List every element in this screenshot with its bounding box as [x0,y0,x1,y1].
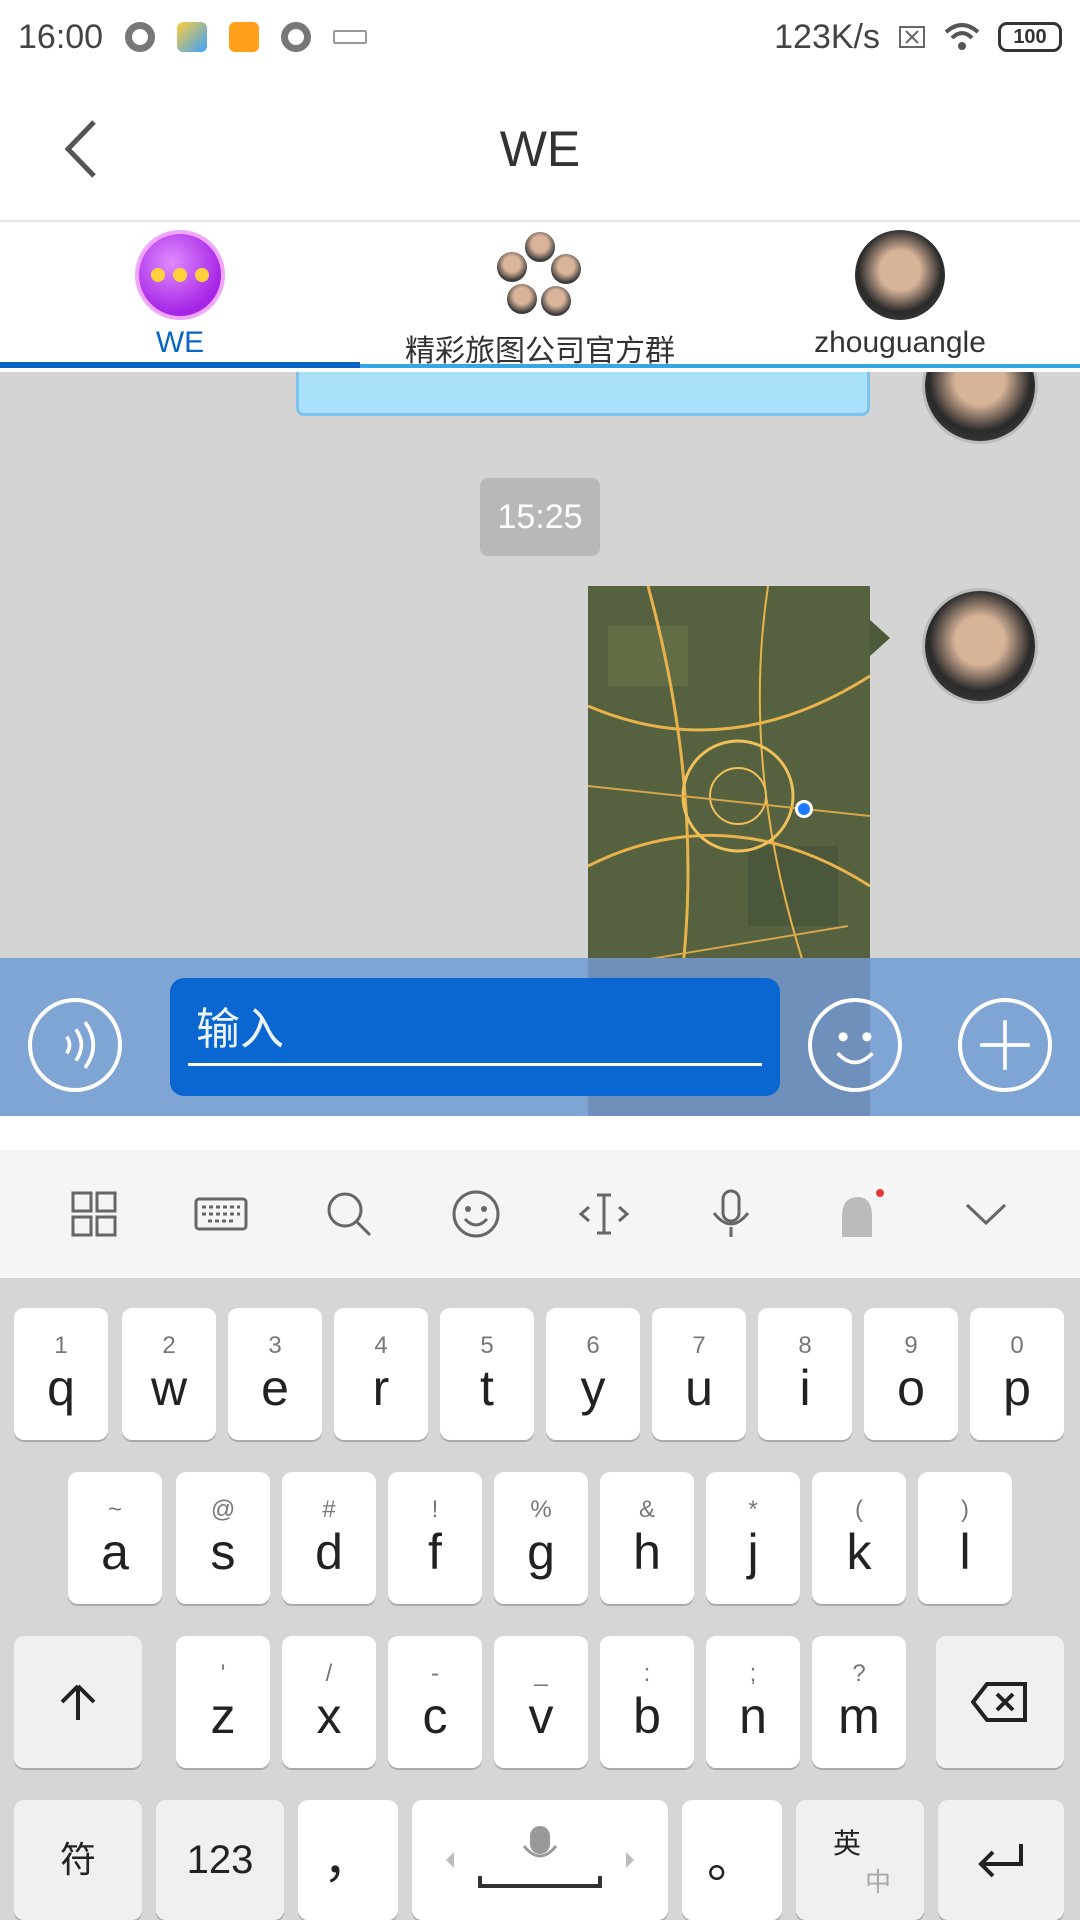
message-bubble[interactable]: gggghhhhhgghdagnhhhhh [296,372,870,416]
key-f[interactable]: ! f [388,1472,482,1604]
grid-icon[interactable] [67,1187,121,1241]
location-pin-icon [795,800,813,818]
key-o[interactable]: 9o [864,1308,958,1440]
location-map-message[interactable] [588,586,870,958]
key-l[interactable]: ) l [918,1472,1012,1604]
backspace-icon [971,1682,1027,1722]
key-s[interactable]: @ s [176,1472,270,1604]
enter-key[interactable] [938,1800,1064,1920]
active-tab-indicator [0,362,360,368]
key-r[interactable]: 4r [334,1308,428,1440]
shift-key[interactable] [14,1636,142,1768]
key-d[interactable]: # d [282,1472,376,1604]
key-b[interactable]: :b [600,1636,694,1768]
symbol-key[interactable]: 符 [14,1800,142,1920]
chevron-down-icon[interactable] [959,1187,1013,1241]
key-m[interactable]: ? m [812,1636,906,1768]
key-w[interactable]: 2w [122,1308,216,1440]
notification-icon-2 [281,22,312,52]
network-speed: 123K/s [774,17,880,56]
tab-group-chat[interactable]: 精彩旅图公司官方群 [360,222,720,372]
tab-zhouguangle[interactable]: zhouguangle [720,222,1080,372]
tab-we[interactable]: WE [0,222,360,372]
avatar-ad-icon[interactable] [832,1187,886,1241]
key-i[interactable]: 8i [758,1308,852,1440]
key-a[interactable]: ~ a [68,1472,162,1604]
tab-label: zhouguangle [814,326,986,359]
key-q[interactable]: 1q [14,1308,108,1440]
comma-key[interactable]: ， [298,1800,398,1920]
map-image [588,586,870,958]
input-bar [0,958,1080,1116]
voice-input-icon[interactable] [28,998,122,1092]
keyboard-status-icon [333,30,368,44]
number-key[interactable]: 123 [156,1800,284,1920]
shift-arrow-icon [60,1684,96,1720]
clock: 16:00 [18,17,104,56]
keyboard-icon[interactable] [194,1187,248,1241]
status-bar-left: 16:00 [18,17,368,57]
soft-keyboard: 1q 2w 3e 4r 5t 6y 7u 8i 9o 0p ~ a @ s # d !… [0,1150,1080,1920]
message-input[interactable] [188,996,762,1066]
tab-divider [360,364,1080,368]
key-y[interactable]: 6y [546,1308,640,1440]
sim-off-icon [899,26,925,48]
cursor-icon[interactable] [577,1187,631,1241]
key-n[interactable]: ; n [706,1636,800,1768]
message-timestamp: 15:25 [480,478,600,556]
emoji-icon[interactable] [808,998,902,1092]
we-group-icon [135,230,225,320]
language-switch-key[interactable]: 英 中 [796,1800,924,1920]
key-j[interactable]: * j [706,1472,800,1604]
space-bar-mic-icon [446,1826,634,1888]
avatar[interactable] [922,372,1038,444]
status-bar-right: 123K/s 100 [774,18,1062,57]
chat-header: WE [0,74,1080,222]
tab-label: WE [155,326,205,359]
notification-icon [125,22,156,52]
key-p[interactable]: 0p [970,1308,1064,1440]
enter-icon [978,1844,1023,1878]
period-key[interactable]: 。 [682,1800,782,1920]
space-key[interactable] [412,1800,668,1920]
backspace-key[interactable] [936,1636,1064,1768]
key-u[interactable]: 7u [652,1308,746,1440]
key-z[interactable]: ' z [176,1636,270,1768]
group-avatar [495,230,585,320]
message-input-container [170,978,780,1096]
app-notification-icon [177,22,208,52]
page-title: WE [499,121,581,177]
microphone-icon[interactable] [704,1187,758,1241]
key-h[interactable]: & h [600,1472,694,1604]
keyboard-toolbar [0,1150,1080,1278]
avatar [855,230,945,320]
key-x[interactable]: / x [282,1636,376,1768]
search-icon[interactable] [322,1187,376,1241]
key-e[interactable]: 3e [228,1308,322,1440]
key-t[interactable]: 5t [440,1308,534,1440]
conversation-tabs: WE 精彩旅图公司官方群 zhouguangle [0,222,1080,372]
message-list[interactable]: gggghhhhhgghdagnhhhhh 15:25 [0,372,1080,958]
key-k[interactable]: (k [812,1472,906,1604]
avatar[interactable] [922,588,1038,704]
store-notification-icon [229,22,260,52]
wifi-icon [944,23,980,50]
status-bar: 16:00 123K/s 100 [0,0,1080,74]
emoji-keyboard-icon[interactable] [449,1187,503,1241]
plus-icon[interactable] [958,998,1052,1092]
battery-icon: 100 [998,22,1062,52]
key-g[interactable]: % g [494,1472,588,1604]
bubble-pointer [870,620,890,656]
key-c[interactable]: -c [388,1636,482,1768]
key-v[interactable]: _ v [494,1636,588,1768]
